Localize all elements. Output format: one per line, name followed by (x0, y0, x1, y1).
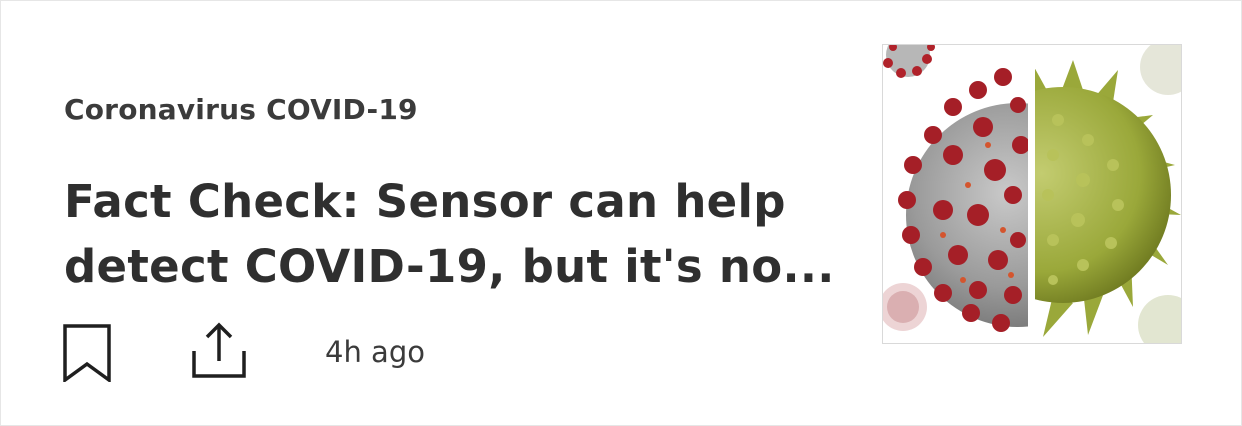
article-card[interactable]: Coronavirus COVID-19 Fact Check: Sensor … (0, 0, 1242, 426)
article-thumbnail[interactable] (882, 44, 1182, 344)
share-button[interactable] (191, 321, 247, 379)
article-headline[interactable]: Fact Check: Sensor can help detect COVID… (64, 169, 854, 299)
share-icon (192, 322, 246, 378)
virus-pollen-image (883, 45, 1181, 343)
bookmark-icon (63, 324, 111, 384)
article-timestamp: 4h ago (325, 335, 425, 369)
bookmark-button[interactable] (63, 324, 111, 384)
article-category[interactable]: Coronavirus COVID-19 (64, 93, 418, 126)
